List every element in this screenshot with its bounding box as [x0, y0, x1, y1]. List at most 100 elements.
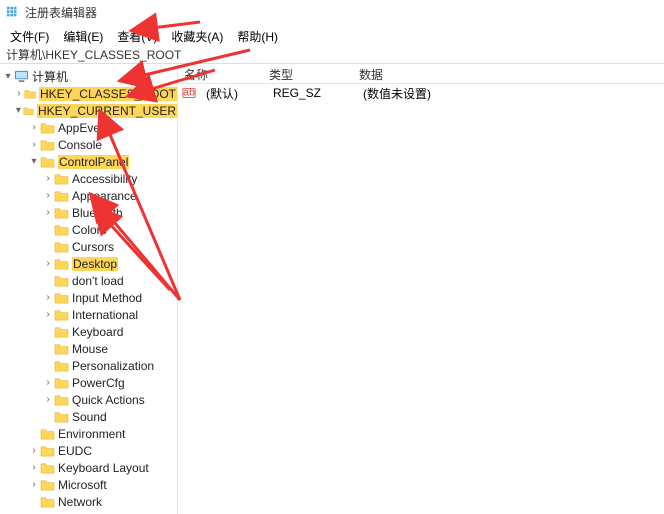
chevron-right-icon[interactable]: › — [28, 445, 40, 457]
chevron-right-icon[interactable]: › — [28, 462, 40, 474]
tree-bluetooth[interactable]: ›Bluetooth — [42, 204, 177, 221]
chevron-right-icon[interactable]: › — [42, 190, 54, 202]
folder-icon — [54, 376, 69, 389]
chevron-right-icon[interactable]: › — [28, 479, 40, 491]
tree-hkey-current-user[interactable]: ▾ HKEY_CURRENT_USER — [14, 102, 177, 119]
values-body: ab (默认) REG_SZ (数值未设置) — [178, 84, 664, 514]
tree-inputmethod[interactable]: › Input Method — [42, 289, 177, 306]
titlebar: 注册表编辑器 — [0, 0, 664, 24]
chevron-right-icon[interactable]: › — [14, 88, 24, 100]
tree-label: Mouse — [72, 342, 108, 356]
tree-label: Environment — [58, 427, 125, 441]
tree-label: ControlPanel — [58, 155, 129, 169]
tree-root-computer[interactable]: ▾ 计算机 — [0, 68, 177, 85]
tree-sound[interactable]: ·Sound — [42, 408, 177, 425]
tree-eudc[interactable]: ›EUDC — [28, 442, 177, 459]
tree-label: Sound — [72, 410, 107, 424]
tree-dontload[interactable]: ·don't load — [42, 272, 177, 289]
tree-label: Input Method — [72, 291, 142, 305]
folder-icon — [40, 121, 55, 134]
menu-favorites[interactable]: 收藏夹(A) — [165, 26, 229, 44]
tree-console[interactable]: › Console — [28, 136, 177, 153]
folder-icon — [54, 342, 69, 355]
folder-icon — [54, 410, 69, 423]
folder-icon — [40, 138, 55, 151]
folder-icon — [40, 427, 55, 440]
tree-label: 计算机 — [32, 68, 68, 85]
chevron-right-icon[interactable]: › — [42, 173, 54, 185]
menu-edit[interactable]: 编辑(E) — [57, 26, 109, 44]
menu-help[interactable]: 帮助(H) — [231, 26, 284, 44]
menubar: 文件(F) 编辑(E) 查看(V) 收藏夹(A) 帮助(H) — [0, 24, 664, 46]
tree-microsoft[interactable]: ›Microsoft — [28, 476, 177, 493]
tree-label: AppEvents — [58, 121, 116, 135]
chevron-right-icon[interactable]: › — [42, 258, 54, 270]
values-header: 名称 类型 数据 — [178, 64, 664, 84]
col-name[interactable]: 名称 — [178, 64, 263, 83]
tree-mouse[interactable]: ·Mouse — [42, 340, 177, 357]
value-data: (数值未设置) — [357, 84, 664, 103]
values-pane: 名称 类型 数据 ab (默认) REG_SZ (数值未设置) — [178, 64, 664, 514]
tree-label: Personalization — [72, 359, 154, 373]
folder-icon — [40, 444, 55, 457]
tree-label: Console — [58, 138, 102, 152]
folder-icon — [54, 257, 69, 270]
tree-label: don't load — [72, 274, 124, 288]
tree-powercfg[interactable]: › PowerCfg — [42, 374, 177, 391]
value-row[interactable]: ab (默认) REG_SZ (数值未设置) — [178, 84, 664, 102]
tree-label: Network — [58, 495, 102, 509]
chevron-down-icon[interactable]: ▾ — [28, 156, 40, 168]
tree-label: Colors — [72, 223, 107, 237]
folder-icon — [54, 172, 69, 185]
col-data[interactable]: 数据 — [353, 64, 664, 83]
tree-personalization[interactable]: ·Personalization — [42, 357, 177, 374]
tree-label: Quick Actions — [72, 393, 145, 407]
col-type[interactable]: 类型 — [263, 64, 353, 83]
value-type: REG_SZ — [267, 85, 357, 101]
menu-view[interactable]: 查看(V) — [111, 26, 163, 44]
tree-network[interactable]: ·Network — [28, 493, 177, 510]
tree-appevents[interactable]: › AppEvents — [28, 119, 177, 136]
tree-label: PowerCfg — [72, 376, 125, 390]
tree-colors[interactable]: ·Colors — [42, 221, 177, 238]
tree-appearance[interactable]: ›Appearance — [42, 187, 177, 204]
chevron-right-icon[interactable]: › — [42, 309, 54, 321]
chevron-down-icon[interactable]: ▾ — [2, 71, 14, 83]
tree-printers[interactable]: ›Printers — [28, 510, 177, 514]
main-content: ▾ 计算机 › HKEY_CLASSES_ROOT ▾ HKEY_CURRENT… — [0, 64, 664, 514]
tree-keyboard[interactable]: ·Keyboard — [42, 323, 177, 340]
tree-desktop[interactable]: ›Desktop — [42, 255, 177, 272]
tree-label: HKEY_CLASSES_ROOT — [39, 87, 177, 101]
chevron-down-icon[interactable]: ▾ — [14, 105, 23, 117]
tree-cursors[interactable]: ·Cursors — [42, 238, 177, 255]
tree-environment[interactable]: ·Environment — [28, 425, 177, 442]
folder-icon — [54, 393, 69, 406]
tree-keyboardlayout[interactable]: › Keyboard Layout — [28, 459, 177, 476]
tree-label: HKEY_CURRENT_USER — [37, 104, 177, 118]
chevron-right-icon[interactable]: › — [28, 139, 40, 151]
chevron-right-icon[interactable]: › — [42, 377, 54, 389]
svg-text:ab: ab — [183, 87, 195, 99]
folder-icon — [54, 274, 69, 287]
chevron-right-icon[interactable]: › — [42, 292, 54, 304]
tree-label: International — [72, 308, 138, 322]
chevron-right-icon[interactable]: › — [28, 122, 40, 134]
folder-icon — [54, 291, 69, 304]
window-title: 注册表编辑器 — [25, 4, 97, 21]
computer-icon — [14, 70, 29, 83]
chevron-right-icon[interactable]: › — [42, 394, 54, 406]
tree-controlpanel[interactable]: ▾ ControlPanel — [28, 153, 177, 170]
chevron-right-icon[interactable]: › — [42, 207, 54, 219]
tree-hkey-classes-root[interactable]: › HKEY_CLASSES_ROOT — [14, 85, 177, 102]
folder-icon — [40, 478, 55, 491]
folder-icon — [54, 189, 69, 202]
string-value-icon: ab — [182, 86, 196, 100]
menu-file[interactable]: 文件(F) — [4, 26, 55, 44]
address-bar[interactable]: 计算机\HKEY_CLASSES_ROOT — [0, 46, 664, 64]
tree-label: Cursors — [72, 240, 114, 254]
folder-icon — [54, 308, 69, 321]
tree-quickactions[interactable]: › Quick Actions — [42, 391, 177, 408]
tree-label: Keyboard Layout — [58, 461, 149, 475]
tree-accessibility[interactable]: ›Accessibility — [42, 170, 177, 187]
tree-international[interactable]: › International — [42, 306, 177, 323]
